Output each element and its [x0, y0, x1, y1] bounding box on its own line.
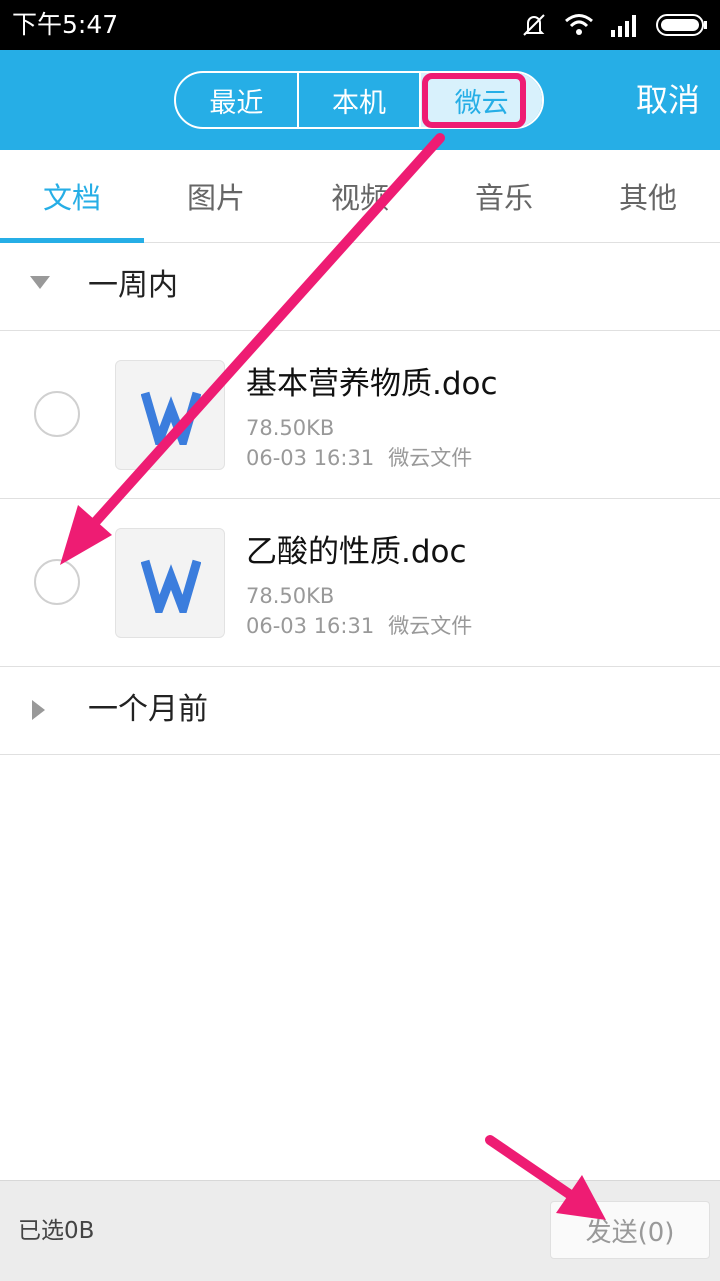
file-name: 基本营养物质.doc: [246, 366, 498, 402]
segment-recent[interactable]: 最近: [176, 73, 299, 127]
file-source: 微云文件: [388, 614, 473, 638]
expanded-arrow-icon: [30, 276, 50, 289]
status-bar: 下午5:47: [0, 0, 720, 50]
cancel-button[interactable]: 取消: [636, 80, 700, 120]
group-label: 一周内: [88, 268, 178, 303]
bottom-bar: 已选0B 发送(0): [0, 1180, 720, 1281]
collapsed-arrow-icon: [32, 700, 45, 720]
file-meta: 06-03 16:31 微云文件: [246, 612, 486, 640]
file-date: 06-03 16:31: [246, 446, 375, 470]
file-size: 78.50KB: [246, 584, 335, 608]
file-source: 微云文件: [388, 446, 473, 470]
status-time: 下午5:47: [12, 10, 119, 39]
annotation-highlight-box: [422, 73, 526, 128]
tab-music[interactable]: 音乐: [432, 150, 576, 242]
tab-documents[interactable]: 文档: [0, 150, 144, 243]
tab-other[interactable]: 其他: [576, 150, 720, 242]
segment-local[interactable]: 本机: [299, 73, 422, 127]
mute-icon: [523, 14, 545, 36]
file-meta: 06-03 16:31 微云文件: [246, 444, 486, 472]
top-bar: 最近 本机 微云 取消: [0, 50, 720, 150]
file-row[interactable]: 乙酸的性质.doc 78.50KB 06-03 16:31 微云文件: [0, 498, 720, 667]
group-header-week[interactable]: 一周内: [0, 242, 720, 331]
group-header-month[interactable]: 一个月前: [0, 666, 720, 755]
file-name: 乙酸的性质.doc: [246, 534, 467, 570]
word-doc-icon: [115, 360, 225, 470]
file-size: 78.50KB: [246, 416, 335, 440]
signal-icon: [611, 15, 636, 37]
tab-videos[interactable]: 视频: [288, 150, 432, 242]
tab-images[interactable]: 图片: [144, 150, 288, 242]
wifi-icon: [565, 14, 593, 35]
select-checkbox[interactable]: [34, 559, 80, 605]
file-row[interactable]: 基本营养物质.doc 78.50KB 06-03 16:31 微云文件: [0, 330, 720, 499]
word-doc-icon: [115, 528, 225, 638]
select-checkbox[interactable]: [34, 391, 80, 437]
send-button[interactable]: 发送(0): [550, 1201, 710, 1259]
status-icons: [520, 10, 708, 40]
file-date: 06-03 16:31: [246, 614, 375, 638]
selected-size-label: 已选0B: [18, 1218, 95, 1244]
group-label: 一个月前: [88, 692, 208, 727]
category-tabs: 文档 图片 视频 音乐 其他: [0, 150, 720, 243]
battery-icon: [656, 14, 707, 36]
